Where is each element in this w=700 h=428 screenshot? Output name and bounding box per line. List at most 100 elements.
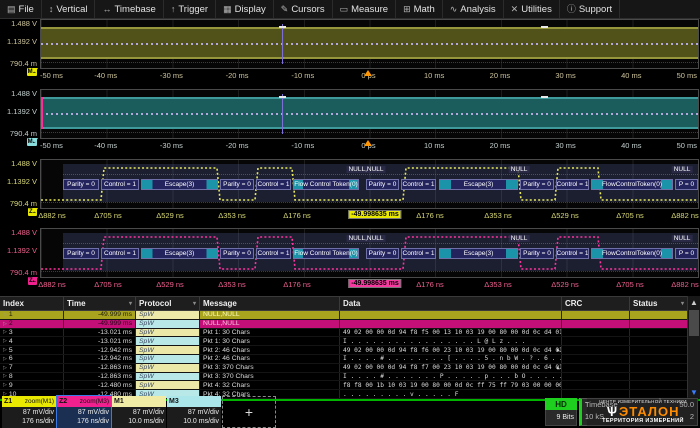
descriptor-box-z2[interactable]: Z2zoom(M3)87 mV/div176 ns/div	[57, 396, 111, 428]
menu-item-measure[interactable]: ▭Measure	[333, 0, 396, 18]
add-trace-button[interactable]: +	[222, 396, 276, 428]
utilities-icon: ✕	[511, 5, 519, 14]
x-tick-label: 20 ms	[490, 141, 510, 150]
expand-row-icon[interactable]: ▷	[3, 321, 7, 327]
table-row[interactable]: ▷1-49.999 msSpWNULL,NULL	[0, 311, 700, 320]
table-row[interactable]: ▷8-12.863 msSpWPkt 3: 370 CharsI . . . .…	[0, 373, 700, 382]
table-row[interactable]: ▷3-13.021 msSpWPkt 1: 30 Chars49 02 00 0…	[0, 329, 700, 338]
menu-item-vertical[interactable]: ↕Vertical	[42, 0, 96, 18]
scrollbar-thumb[interactable]	[689, 310, 699, 336]
column-header-protocol[interactable]: Protocol▾	[136, 297, 200, 310]
cell-crc	[562, 337, 630, 345]
menu-item-label: Math	[414, 4, 435, 15]
column-header-message[interactable]: Message	[200, 297, 340, 310]
cell-data: I . . . . . . . . . . . . . . . . . L @ …	[340, 337, 562, 345]
plot-area-z1[interactable]: Parity = 0Control = 1Escape(3)Parity = 0…	[40, 159, 699, 209]
cell-crc	[562, 311, 630, 319]
plot-area-m1[interactable]	[40, 19, 699, 69]
x-tick-label: 20 ms	[490, 71, 510, 80]
menu-item-math[interactable]: ⊞Math	[396, 0, 443, 18]
zoom-position-cursor[interactable]	[282, 24, 283, 64]
column-header-status[interactable]: Status▾	[630, 297, 688, 310]
delta-time-label: Δ176 ns	[283, 280, 311, 289]
expand-row-icon[interactable]: ▷	[3, 338, 7, 344]
x-tick-label: -50 ms	[40, 71, 63, 80]
trigger-position-icon[interactable]	[364, 140, 372, 146]
sort-icon[interactable]: ▾	[193, 300, 196, 307]
decode-null-label: NULL,NULL	[346, 235, 385, 242]
table-scrollbar[interactable]: ▲ ▼	[687, 296, 700, 399]
table-row[interactable]: ▷5-12.942 msSpWPkt 2: 46 Chars49 02 00 0…	[0, 346, 700, 355]
cell-protocol: SpW	[136, 311, 200, 319]
menu-item-utilities[interactable]: ✕Utilities	[504, 0, 560, 18]
y-axis-label: 1.1392 V	[0, 247, 37, 255]
descriptor-box-m3[interactable]: M387 mV/div10.0 ms/div	[167, 396, 221, 428]
scroll-up-button[interactable]: ▲	[688, 296, 700, 309]
column-header-crc[interactable]: CRC	[562, 297, 630, 310]
expand-row-icon[interactable]: ▷	[3, 382, 7, 388]
y-axis-label: 1.488 V	[0, 229, 37, 237]
decode-segment: Parity = 0	[366, 248, 399, 259]
menu-item-file[interactable]: ▤File	[0, 0, 42, 18]
menu-item-timebase[interactable]: ↔Timebase	[95, 0, 163, 18]
expand-row-icon[interactable]: ▷	[3, 373, 7, 379]
menu-item-label: Cursors	[291, 4, 324, 15]
cell-data: I . . . . # . . . . . . . . [ . . . . 5 …	[340, 355, 562, 363]
table-row[interactable]: ▷9-12.480 msSpWPkt 4: 32 Charsf8 f8 00 1…	[0, 381, 700, 390]
cell-status	[630, 373, 688, 381]
table-row[interactable]: ▷4-13.021 msSpWPkt 1: 30 CharsI . . . . …	[0, 337, 700, 346]
table-row[interactable]: ▷7-12.863 msSpWPkt 3: 370 Chars49 02 00 …	[0, 364, 700, 373]
decode-segment: Escape(3)	[141, 248, 218, 259]
delta-time-label: Δ176 ns	[283, 211, 311, 220]
x-tick-label: 40 ms	[621, 141, 641, 150]
expand-row-icon[interactable]: ▷	[3, 312, 7, 318]
cell-data: 49 02 00 00 0d 94 f8 f5 00 13 10 03 19 0…	[340, 329, 562, 337]
ground-level-marker	[32, 208, 38, 213]
x-tick-label: -20 ms	[226, 71, 249, 80]
packet-marker	[279, 26, 286, 28]
expand-row-icon[interactable]: ▷	[3, 365, 7, 371]
panel-z1: 1.488 V1.1392 V790.4 mZ1Parity = 0Contro…	[0, 158, 700, 227]
expand-row-icon[interactable]: ▷	[3, 329, 7, 335]
table-row[interactable]: ▷6-12.942 msSpWPkt 2: 46 CharsI . . . . …	[0, 355, 700, 364]
trigger-position-icon[interactable]	[364, 70, 372, 76]
packet-marker	[279, 96, 286, 98]
menu-item-support[interactable]: ⓘSupport	[560, 0, 620, 18]
watermark-brand: ЭТАЛОН	[619, 405, 680, 418]
cell-data	[340, 320, 562, 328]
menu-item-label: Measure	[351, 4, 388, 15]
trace-id: Z2	[59, 398, 67, 405]
hd-badge: HD	[545, 398, 577, 410]
table-row[interactable]: ▷2-49.999 msSpWNULL,NULL	[0, 320, 700, 329]
plot-area-m3[interactable]	[40, 89, 699, 139]
expand-row-icon[interactable]: ▷	[3, 356, 7, 362]
descriptor-box-m1[interactable]: M187 mV/div10.0 ms/div	[112, 396, 166, 428]
cell-protocol: SpW	[136, 337, 200, 345]
decode-segment: Flow Control Token(0)	[293, 248, 359, 259]
cell-message: Pkt 3: 370 Chars	[200, 373, 340, 381]
plot-area-z2[interactable]: Parity = 0Control = 1Escape(3)Parity = 0…	[40, 228, 699, 278]
column-header-data[interactable]: Data	[340, 297, 562, 310]
expand-row-icon[interactable]: ▷	[3, 347, 7, 353]
sort-icon[interactable]: ▾	[129, 300, 132, 307]
cursors-icon: ✎	[281, 5, 289, 14]
decode-segment: Escape(3)	[141, 179, 218, 190]
zoom-position-cursor[interactable]	[282, 94, 283, 134]
hd-resolution-box[interactable]: HD 9 Bits	[545, 398, 577, 426]
cell-crc	[562, 355, 630, 363]
menu-item-trigger[interactable]: ↑Trigger	[164, 0, 216, 18]
cell-status	[630, 337, 688, 345]
descriptor-box-z1[interactable]: Z1zoom(M1)87 mV/div176 ns/div	[2, 396, 56, 428]
display-icon: ▦	[223, 5, 232, 14]
horizontal-scale: 176 ns/div	[4, 417, 54, 426]
menu-item-analysis[interactable]: ∿Analysis	[443, 0, 504, 18]
column-header-time[interactable]: Time▾	[64, 297, 136, 310]
decode-segment: Parity = 0	[63, 248, 99, 259]
x-axis: Δ882 nsΔ705 nsΔ529 nsΔ353 nsΔ176 nsΔ176 …	[40, 278, 697, 291]
menu-item-display[interactable]: ▦Display	[216, 0, 274, 18]
delta-time-label: Δ353 ns	[484, 211, 512, 220]
watermark-bottom-text: ТЕРРИТОРИЯ ИЗМЕРЕНИЙ	[602, 419, 684, 425]
menu-item-cursors[interactable]: ✎Cursors	[274, 0, 333, 18]
column-header-index[interactable]: Index	[0, 297, 64, 310]
sort-icon[interactable]: ▾	[681, 300, 684, 307]
